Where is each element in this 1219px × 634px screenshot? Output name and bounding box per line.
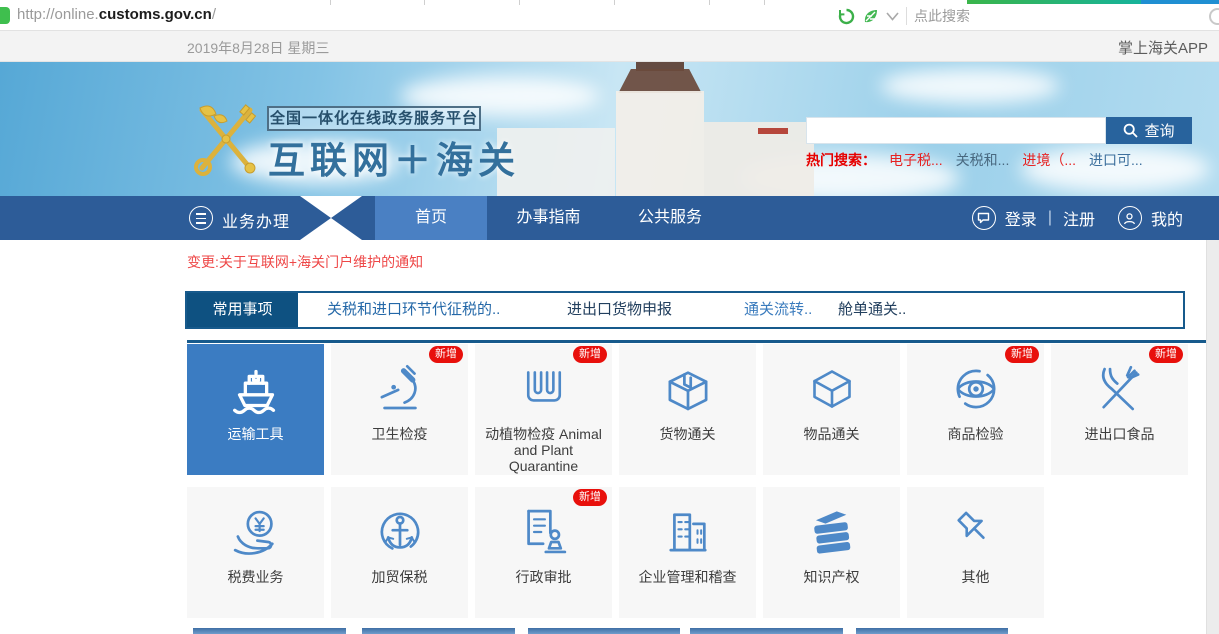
tab-divider [614, 0, 615, 5]
pushpin-icon [948, 500, 1004, 564]
search-input[interactable] [806, 117, 1106, 144]
service-card-enterprise-management-audit[interactable]: 企业管理和稽查 [619, 487, 756, 618]
building-art [608, 69, 712, 93]
tab-manifest[interactable]: 舱单通关.. [838, 293, 906, 327]
browser-search-placeholder[interactable]: 点此搜索 [914, 6, 970, 26]
hot-search-row: 热门搜索： 电子税... 关税和... 进境（... 进口可... [806, 150, 1143, 170]
site-banner: 全国一体化在线政务服务平台 互联网＋海关 查询 热门搜索： 电子税... 关税和… [0, 62, 1219, 196]
scrollbar-track[interactable] [1206, 240, 1219, 634]
hand-coin-icon [227, 500, 285, 564]
login-bubble-icon [972, 206, 996, 230]
services-grid: 运输工具 新增 卫生检疫 新增 [187, 344, 1188, 618]
current-date: 2019年8月28日 星期三 [187, 38, 329, 58]
mobile-app-link[interactable]: 掌上海关APP [1118, 37, 1208, 58]
hot-search-label: 热门搜索： [806, 150, 876, 170]
magnifier-icon [1123, 123, 1138, 138]
service-card-administrative-approval[interactable]: 新增 行政审批 [475, 487, 612, 618]
tab-tariff[interactable]: 关税和进口环节代征税的.. [327, 293, 500, 327]
browser-edge-icon[interactable] [1209, 8, 1219, 25]
site-favicon [0, 7, 10, 24]
new-badge: 新增 [1005, 346, 1039, 363]
tab-clearance-flow[interactable]: 通关流转.. [744, 293, 812, 327]
leaf-icon[interactable] [862, 8, 879, 25]
service-card-transport[interactable]: 运输工具 [187, 344, 324, 475]
notice-row: 变更:关于互联网+海关门户维护的通知 [0, 240, 1219, 291]
my-account-link[interactable]: 我的 [1151, 206, 1183, 230]
books-icon [803, 500, 861, 564]
user-icon [1118, 206, 1142, 230]
login-link[interactable]: 登录 [1005, 206, 1037, 230]
anchor-icon [371, 500, 429, 564]
eye-icon [947, 357, 1005, 421]
service-card-processing-trade-bonded[interactable]: 加贸保税 [331, 487, 468, 618]
refresh-icon[interactable] [838, 8, 855, 25]
main-nav: 业务办理 首页 办事指南 公共服务 登录 | 注册 我的 [0, 196, 1219, 240]
customs-emblem-icon [190, 94, 262, 182]
cloud-art [880, 68, 1060, 104]
platform-label: 全国一体化在线政务服务平台 [267, 106, 481, 131]
new-badge: 新增 [1149, 346, 1183, 363]
chevron-down-icon[interactable] [886, 12, 899, 21]
service-card-other[interactable]: 其他 [907, 487, 1044, 618]
tab-common-items[interactable]: 常用事项 [187, 293, 298, 327]
card-top [690, 628, 843, 634]
hot-search-link[interactable]: 进境（... [1022, 150, 1076, 170]
cube-icon [804, 357, 860, 421]
new-badge: 新增 [573, 489, 607, 506]
divider [906, 7, 907, 25]
document-stamp-icon [515, 500, 573, 564]
cutlery-icon [1091, 357, 1149, 421]
service-card-articles-clearance[interactable]: 物品通关 [763, 344, 900, 475]
customs-portal-page: http://online.customs.gov.cn/ 点此搜索 2019年… [0, 0, 1219, 634]
divider: | [1048, 209, 1052, 227]
register-link[interactable]: 注册 [1063, 206, 1095, 230]
package-box-icon [659, 357, 717, 421]
hot-search-link[interactable]: 关税和... [956, 150, 1010, 170]
site-title: 互联网＋海关 [268, 130, 520, 184]
building-sign-art [758, 128, 788, 134]
hot-search-link[interactable]: 电子税... [889, 150, 943, 170]
card-top [528, 628, 680, 634]
new-badge: 新增 [573, 346, 607, 363]
service-card-health-quarantine[interactable]: 新增 卫生检疫 [331, 344, 468, 475]
search-button[interactable]: 查询 [1106, 117, 1192, 144]
service-card-cargo-clearance[interactable]: 货物通关 [619, 344, 756, 475]
browser-theme-strip [967, 0, 1141, 4]
service-card-animal-plant-quarantine[interactable]: 新增 动植物检疫 Animal and Plant Quarantine [475, 344, 612, 475]
service-card-food-import-export[interactable]: 新增 进出口食品 [1051, 344, 1188, 475]
notice-link[interactable]: 变更:关于互联网+海关门户维护的通知 [187, 252, 423, 272]
nav-item-public-service[interactable]: 公共服务 [610, 196, 730, 240]
browser-theme-strip [1141, 0, 1219, 4]
service-card-intellectual-property[interactable]: 知识产权 [763, 487, 900, 618]
tab-divider [330, 0, 331, 5]
service-card-commodity-inspection[interactable]: 新增 商品检验 [907, 344, 1044, 475]
card-top [193, 628, 346, 634]
category-tab-bar: 常用事项 关税和进口环节代征税的.. 进出口货物申报 通关流转.. 舱单通关.. [185, 291, 1185, 329]
nav-menu-business[interactable]: 业务办理 [222, 208, 290, 232]
tab-divider [424, 0, 425, 5]
tab-divider [519, 0, 520, 5]
card-top [856, 628, 1008, 634]
nav-item-home[interactable]: 首页 [375, 196, 487, 240]
empty-grid-slot [1051, 487, 1188, 618]
tab-divider [764, 0, 765, 5]
new-badge: 新增 [429, 346, 463, 363]
microscope-icon [371, 357, 429, 421]
building-art [616, 91, 704, 196]
hot-search-link[interactable]: 进口可... [1089, 150, 1143, 170]
tab-divider [709, 0, 710, 5]
tab-goods-declaration[interactable]: 进出口货物申报 [567, 293, 672, 327]
buildings-icon [659, 500, 717, 564]
ship-icon [225, 357, 287, 421]
nav-item-guide[interactable]: 办事指南 [487, 196, 610, 240]
url-field[interactable]: http://online.customs.gov.cn/ [17, 6, 216, 23]
nav-arrow-decoration [300, 196, 362, 240]
site-info-bar: 2019年8月28日 星期三 掌上海关APP [0, 31, 1219, 62]
service-card-tax-business[interactable]: 税费业务 [187, 487, 324, 618]
card-top [362, 628, 515, 634]
test-tubes-icon [516, 357, 572, 421]
hamburger-menu-icon[interactable] [189, 206, 213, 230]
browser-address-bar: http://online.customs.gov.cn/ 点此搜索 [0, 0, 1219, 31]
tab-panel-rule [187, 340, 1206, 343]
